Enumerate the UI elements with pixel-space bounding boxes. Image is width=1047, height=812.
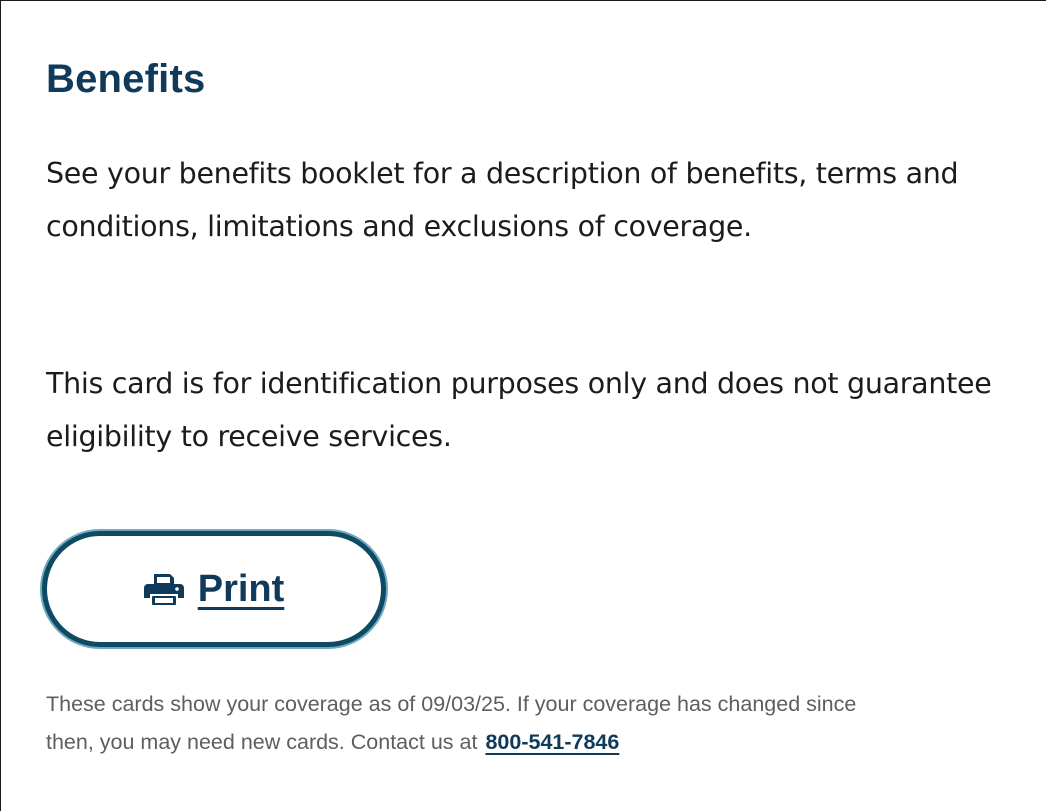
section-title: Benefits	[46, 57, 206, 101]
benefits-description: See your benefits booklet for a descript…	[46, 157, 959, 243]
printer-icon	[143, 574, 184, 605]
print-button[interactable]: Print	[42, 531, 386, 647]
benefits-card: Benefits See your benefits booklet for a…	[0, 0, 1046, 811]
identification-disclaimer: This card is for identification purposes…	[46, 367, 992, 453]
coverage-note-line-1: These cards show your coverage as of 09/…	[46, 692, 857, 716]
coverage-note: These cards show your coverage as of 09/…	[46, 685, 1046, 761]
coverage-note-line-2: then, you may need new cards. Contact us…	[46, 730, 478, 754]
phone-number-link[interactable]: 800-541-7846	[485, 730, 619, 754]
print-button-label: Print	[197, 567, 285, 610]
